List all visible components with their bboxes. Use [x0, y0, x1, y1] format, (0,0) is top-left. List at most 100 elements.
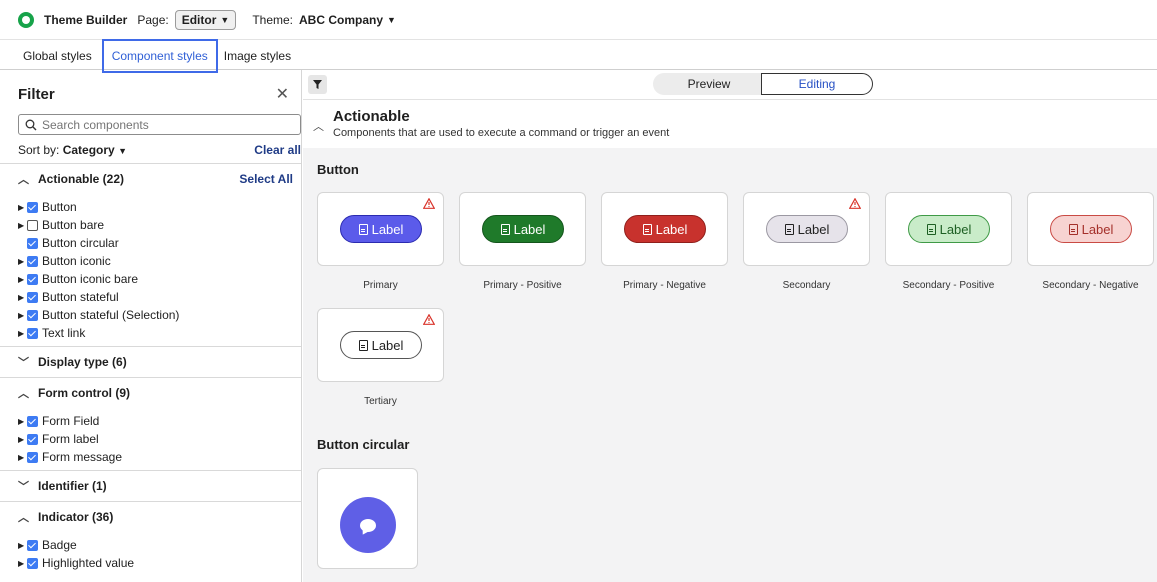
checkbox[interactable] — [27, 255, 38, 267]
expand-triangle-icon[interactable]: ▶ — [18, 311, 26, 320]
checkbox[interactable] — [27, 201, 38, 213]
checkbox[interactable] — [27, 219, 38, 231]
caret-down-icon: ▼ — [387, 14, 396, 25]
filter-toggle-button[interactable] — [308, 75, 327, 94]
checkbox[interactable] — [27, 327, 38, 339]
group-label: Display type (6) — [38, 355, 127, 369]
label-button[interactable]: Label — [908, 215, 990, 243]
close-icon[interactable]: ✕ — [276, 84, 289, 104]
sort-by[interactable]: Sort by: Category ▼ — [18, 143, 127, 157]
expand-triangle-icon[interactable]: ▶ — [18, 541, 26, 550]
list-item[interactable]: ▶ Badge — [18, 536, 301, 554]
list-item[interactable]: ▶ Highlighted value — [18, 554, 301, 572]
list-item[interactable]: ▶ Form label — [18, 430, 301, 448]
label-button[interactable]: Label — [766, 215, 848, 243]
label-button[interactable]: Label — [340, 215, 422, 243]
expand-triangle-icon[interactable]: ▶ — [18, 221, 26, 230]
app-title: Theme Builder — [44, 12, 128, 27]
button-label: Label — [797, 221, 830, 237]
checkbox[interactable] — [27, 557, 38, 569]
expand-triangle-icon[interactable]: ▶ — [18, 257, 26, 266]
list-item[interactable]: ▶ Button stateful (Selection) — [18, 306, 301, 324]
checkbox[interactable] — [27, 291, 38, 303]
tab-image-styles[interactable]: Image styles — [220, 49, 295, 69]
group-toggle[interactable]: ﹀ Identifier (1) — [18, 478, 107, 494]
label-button[interactable]: Label — [482, 215, 564, 243]
list-item[interactable]: ▶ Button iconic — [18, 252, 301, 270]
label-button[interactable]: Label — [624, 215, 706, 243]
item-label: Button stateful — [42, 290, 119, 304]
checkbox[interactable] — [27, 309, 38, 321]
button-circular-card[interactable] — [317, 468, 418, 569]
button-variant-card[interactable]: Label — [601, 192, 728, 266]
label-button[interactable]: Label — [1050, 215, 1132, 243]
preview-panel: Preview Editing ︿ Actionable Components … — [303, 70, 1157, 582]
group-label: Indicator (36) — [38, 510, 114, 524]
expand-triangle-icon[interactable]: ▶ — [18, 293, 26, 302]
app-logo-icon — [18, 11, 34, 28]
search-input[interactable] — [42, 117, 282, 132]
chevron-up-icon[interactable]: ︿ — [313, 118, 324, 134]
checkbox[interactable] — [27, 273, 38, 285]
view-mode-toggle: Preview Editing — [653, 73, 873, 95]
item-label: Badge — [42, 538, 77, 552]
clear-all-link[interactable]: Clear all — [254, 143, 301, 157]
funnel-icon — [313, 80, 322, 89]
expand-triangle-icon[interactable]: ▶ — [18, 275, 26, 284]
list-item[interactable]: ▶ Form message — [18, 448, 301, 466]
preview-toggle[interactable]: Preview — [653, 73, 765, 95]
group-toggle[interactable]: ︿ Form control (9) — [18, 385, 130, 401]
warning-icon — [423, 198, 435, 209]
label-button[interactable]: Label — [340, 331, 422, 359]
expand-triangle-icon[interactable]: ▶ — [18, 435, 26, 444]
checkbox[interactable] — [27, 237, 38, 249]
checkbox[interactable] — [27, 433, 38, 445]
preview-toolbar: Preview Editing — [303, 70, 1157, 100]
button-circular-title: Button circular — [317, 437, 410, 452]
list-item[interactable]: Button circular — [18, 234, 301, 252]
button-variant-card[interactable]: Label — [1027, 192, 1154, 266]
item-label: Button stateful (Selection) — [42, 308, 180, 322]
button-variant-card[interactable]: Label — [743, 192, 870, 266]
style-tabs: Global styles Component styles Image sty… — [0, 39, 1157, 73]
section-description: Components that are used to execute a co… — [333, 127, 670, 139]
expand-triangle-icon[interactable]: ▶ — [18, 453, 26, 462]
variant-caption: Secondary - Negative — [1042, 280, 1139, 291]
variant-caption: Primary - Negative — [623, 280, 706, 291]
page-select[interactable]: Editor ▼ — [174, 9, 237, 30]
checkbox[interactable] — [27, 451, 38, 463]
variant-caption: Primary - Positive — [483, 280, 562, 291]
button-variant-card[interactable]: Label — [885, 192, 1012, 266]
search-box[interactable] — [18, 114, 301, 135]
item-label: Highlighted value — [42, 556, 135, 570]
list-item[interactable]: ▶ Button — [18, 198, 301, 216]
document-icon — [642, 223, 652, 235]
expand-triangle-icon[interactable]: ▶ — [18, 559, 26, 568]
checkbox[interactable] — [27, 539, 38, 551]
button-variant-card[interactable]: Label — [317, 192, 444, 266]
expand-triangle-icon[interactable]: ▶ — [18, 329, 26, 338]
expand-triangle-icon[interactable]: ▶ — [18, 417, 26, 426]
tab-component-styles[interactable]: Component styles — [101, 39, 218, 73]
circular-button[interactable] — [340, 497, 396, 553]
group-toggle[interactable]: ︿ Actionable (22) — [18, 171, 124, 187]
component-canvas: Button Label Primary Label Primary - Positi… — [303, 148, 1157, 582]
expand-triangle-icon[interactable]: ▶ — [18, 203, 26, 212]
caret-down-icon: ▼ — [220, 14, 230, 25]
list-item[interactable]: ▶ Button stateful — [18, 288, 301, 306]
theme-select[interactable]: ABC Company ▼ — [299, 13, 396, 27]
group-toggle[interactable]: ︿ Indicator (36) — [18, 509, 113, 525]
button-variant-card[interactable]: Label — [317, 308, 444, 382]
list-item[interactable]: ▶ Button bare — [18, 216, 301, 234]
button-variant-card[interactable]: Label — [459, 192, 586, 266]
group-toggle[interactable]: ﹀ Display type (6) — [18, 354, 127, 370]
group-label: Identifier (1) — [38, 479, 107, 493]
tab-global-styles[interactable]: Global styles — [19, 49, 96, 69]
list-item[interactable]: ▶ Form Field — [18, 412, 301, 430]
checkbox[interactable] — [27, 415, 38, 427]
editing-toggle[interactable]: Editing — [761, 73, 873, 95]
item-label: Form label — [42, 432, 99, 446]
select-all-link[interactable]: Select All — [239, 172, 293, 186]
list-item[interactable]: ▶ Button iconic bare — [18, 270, 301, 288]
list-item[interactable]: ▶ Text link — [18, 324, 301, 342]
